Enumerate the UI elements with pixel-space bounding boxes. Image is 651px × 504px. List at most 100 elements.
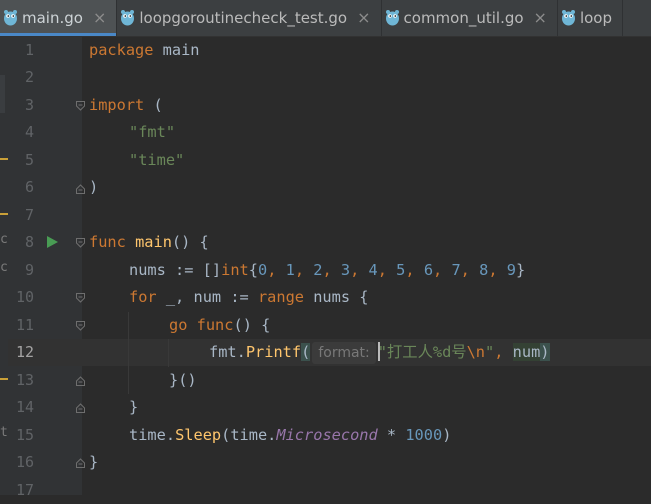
code-text: (time. bbox=[221, 426, 277, 444]
line-number: 16 bbox=[15, 453, 34, 471]
matched-paren: ) bbox=[540, 343, 550, 361]
code-line-1: package main bbox=[89, 37, 200, 64]
code-text: ) bbox=[442, 426, 452, 444]
editor-tab-bar: main.go × loopgoroutinecheck_test.go × c… bbox=[0, 0, 651, 37]
code-text: ) bbox=[89, 178, 99, 196]
code-line-15: time.Sleep(time.Microsecond * 1000) bbox=[129, 422, 451, 449]
line-number: 9 bbox=[24, 261, 34, 279]
line-number-current: 12 bbox=[15, 343, 34, 361]
line-number: 13 bbox=[15, 371, 34, 389]
line-number: 4 bbox=[24, 123, 34, 141]
code-text: _, num := bbox=[156, 288, 258, 306]
code-text: * bbox=[377, 426, 406, 444]
strip-char: c bbox=[0, 232, 8, 247]
number-literal: 1 bbox=[285, 261, 295, 279]
number-literal: 3 bbox=[340, 261, 351, 279]
parameter-hint: format: bbox=[312, 342, 376, 364]
keyword: package bbox=[89, 41, 154, 59]
keyword: func bbox=[89, 233, 126, 251]
tab-loop-truncated[interactable]: loop bbox=[558, 0, 623, 36]
line-number: 10 bbox=[15, 288, 34, 306]
fold-close-icon[interactable] bbox=[76, 403, 85, 413]
number-literal: 8 bbox=[479, 261, 489, 279]
code-text: () { bbox=[233, 316, 271, 334]
code-text: main bbox=[153, 41, 200, 59]
tab-main-go[interactable]: main.go × bbox=[0, 0, 118, 36]
code-text: } bbox=[129, 398, 139, 416]
matched-paren: ( bbox=[301, 343, 311, 361]
keyword: for bbox=[129, 288, 157, 306]
string-literal: "打工人%d号 bbox=[377, 343, 467, 361]
tab-label: main.go bbox=[22, 9, 83, 27]
code-line-11: go func() { bbox=[169, 312, 270, 339]
keyword: import bbox=[89, 96, 145, 114]
fold-close-icon[interactable] bbox=[76, 184, 85, 194]
code-text: { bbox=[248, 261, 258, 279]
code-line-5: "time" bbox=[129, 147, 184, 174]
go-gopher-icon bbox=[4, 10, 17, 26]
tab-label: loopgoroutinecheck_test.go bbox=[139, 9, 348, 27]
change-marker bbox=[0, 158, 8, 160]
change-marker bbox=[0, 378, 8, 380]
indent-guide bbox=[128, 312, 129, 394]
code-text: , bbox=[494, 343, 513, 361]
strip-char: t bbox=[0, 425, 8, 440]
fold-open-icon[interactable] bbox=[76, 101, 85, 111]
code-line-8: func main() { bbox=[89, 229, 209, 256]
close-icon[interactable]: × bbox=[93, 0, 106, 36]
left-tool-strip: c c t bbox=[0, 37, 8, 495]
fold-close-icon[interactable] bbox=[76, 458, 85, 468]
code-text: } bbox=[89, 453, 99, 471]
string-literal: " bbox=[485, 343, 495, 361]
close-icon[interactable]: × bbox=[534, 0, 547, 36]
tab-common-util-go[interactable]: common_util.go × bbox=[382, 0, 558, 36]
go-gopher-icon bbox=[121, 10, 135, 26]
fold-open-icon[interactable] bbox=[76, 293, 85, 303]
line-number: 8 bbox=[24, 233, 34, 251]
tab-loopgoroutinecheck-test-go[interactable]: loopgoroutinecheck_test.go × bbox=[117, 0, 382, 36]
code-line-3: import ( bbox=[89, 92, 163, 119]
number-literal: 4 bbox=[368, 261, 378, 279]
fold-open-icon[interactable] bbox=[76, 321, 85, 331]
fold-close-icon[interactable] bbox=[76, 376, 85, 386]
code-text: time. bbox=[129, 426, 176, 444]
tab-label: common_util.go bbox=[403, 9, 524, 27]
number-literal: 0 bbox=[257, 261, 268, 279]
line-number: 6 bbox=[24, 178, 34, 196]
line-number: 14 bbox=[15, 398, 34, 416]
code-text: nums := [] bbox=[129, 261, 222, 279]
code-text: ( bbox=[144, 96, 163, 114]
code-line-13: }() bbox=[169, 367, 197, 394]
code-line-4: "fmt" bbox=[129, 119, 175, 146]
line-number: 2 bbox=[24, 68, 34, 86]
code-line-10: for _, num := range nums { bbox=[129, 284, 368, 311]
number-literal: 1000 bbox=[405, 426, 443, 444]
go-gopher-icon bbox=[561, 10, 575, 26]
code-text: } bbox=[515, 261, 526, 279]
string-literal: "time" bbox=[129, 151, 185, 169]
code-text: }() bbox=[169, 371, 197, 389]
code-line-6: ) bbox=[89, 174, 98, 201]
keyword: int bbox=[221, 261, 249, 279]
code-line-9: nums := []int{0, 1, 2, 3, 4, 5, 6, 7, 8,… bbox=[129, 261, 526, 279]
function-name: main bbox=[135, 233, 172, 251]
indent-guide bbox=[168, 339, 169, 367]
scroll-thumb[interactable] bbox=[0, 75, 5, 113]
code-line-16: } bbox=[89, 449, 98, 476]
line-number: 17 bbox=[15, 481, 34, 499]
change-marker bbox=[0, 213, 8, 215]
code-line-12: fmt.Printf(format: "打工人%d号\n", num) bbox=[209, 339, 550, 366]
number-literal: 5 bbox=[396, 261, 406, 279]
number-literal: 6 bbox=[423, 261, 434, 279]
code-text: fmt. bbox=[209, 343, 246, 361]
fold-open-icon[interactable] bbox=[76, 238, 85, 248]
run-icon[interactable] bbox=[47, 236, 58, 248]
function-name: Sleep bbox=[175, 426, 222, 444]
strip-char: c bbox=[0, 260, 8, 275]
line-number: 1 bbox=[24, 41, 34, 59]
close-icon[interactable]: × bbox=[357, 0, 370, 36]
line-number: 15 bbox=[15, 426, 34, 444]
keyword: range bbox=[257, 288, 305, 306]
code-line-14: } bbox=[129, 394, 138, 421]
keyword: func bbox=[196, 316, 234, 334]
